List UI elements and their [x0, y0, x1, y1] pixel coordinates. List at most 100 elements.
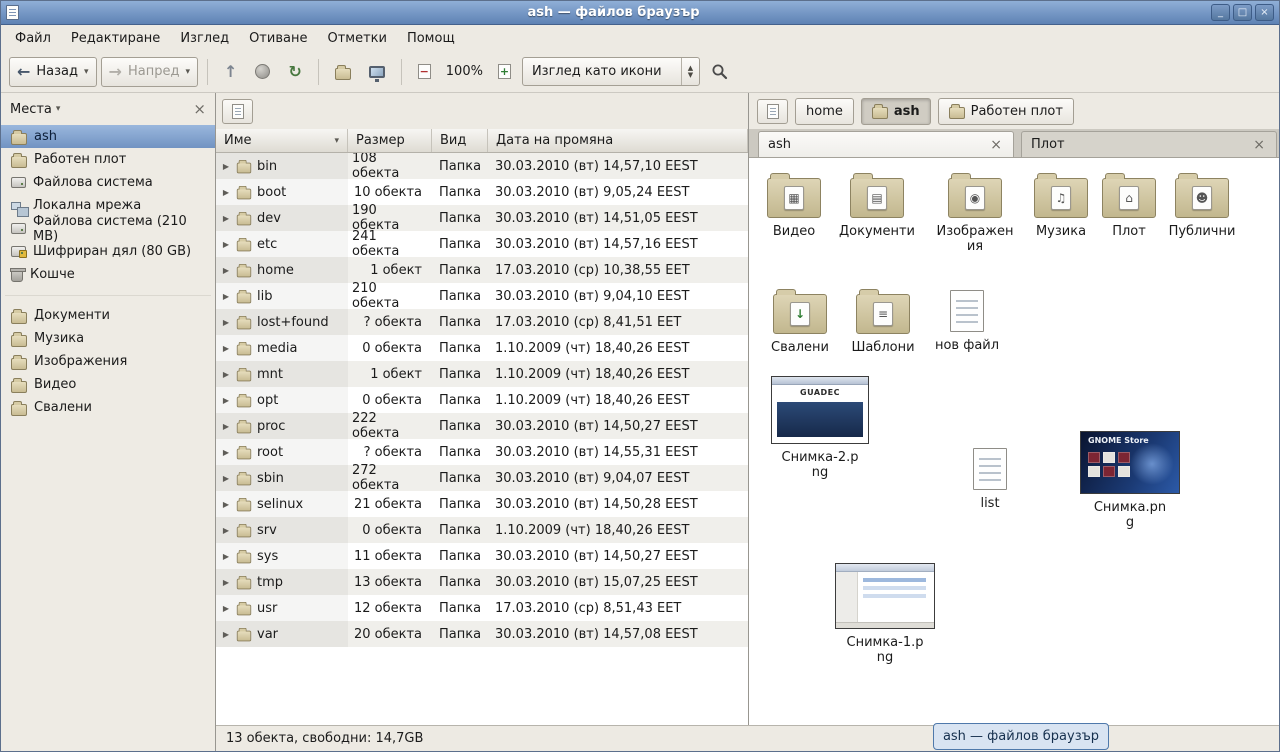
expander-icon[interactable]: ▶	[221, 344, 231, 353]
menu-item-3[interactable]: Отиване	[239, 27, 317, 50]
taskbar-window-button[interactable]: ash — файлов браузър	[933, 723, 1109, 750]
reload-button[interactable]: ↻	[281, 58, 308, 85]
sidebar-item-filesystem[interactable]: Файлова система	[1, 171, 215, 194]
close-button[interactable]: ×	[1255, 4, 1274, 21]
sidebar-item-ash[interactable]: ash	[1, 125, 215, 148]
column-header-size[interactable]: Размер	[348, 129, 432, 152]
sidebar-chevron-down-icon[interactable]: ▾	[56, 104, 61, 114]
sidebar-item-pictures[interactable]: Изображения	[1, 350, 215, 373]
breadcrumb-desktop[interactable]: Работен плот	[938, 98, 1074, 125]
location-toggle-button[interactable]	[222, 99, 253, 124]
table-row[interactable]: ▶lost+found? обектаПапка17.03.2010 (ср) …	[216, 309, 748, 335]
table-row[interactable]: ▶home1 обектПапка17.03.2010 (ср) 10,38,5…	[216, 257, 748, 283]
expander-icon[interactable]: ▶	[221, 578, 231, 587]
table-row[interactable]: ▶boot10 обектаПапка30.03.2010 (вт) 9,05,…	[216, 179, 748, 205]
menu-item-5[interactable]: Помощ	[397, 27, 465, 50]
column-header-type[interactable]: Вид	[432, 129, 488, 152]
column-header-modified[interactable]: Дата на промяна	[488, 129, 748, 152]
table-row[interactable]: ▶var20 обектаПапка30.03.2010 (вт) 14,57,…	[216, 621, 748, 647]
table-row[interactable]: ▶proc222 обектаПапка30.03.2010 (вт) 14,5…	[216, 413, 748, 439]
breadcrumb-home[interactable]: home	[795, 98, 854, 125]
tab-desktop[interactable]: Плот ×	[1021, 131, 1277, 157]
expander-icon[interactable]: ▶	[221, 552, 231, 561]
menu-item-2[interactable]: Изглед	[170, 27, 239, 50]
sidebar-item-trash[interactable]: Кошче	[1, 263, 215, 286]
icon-view-item[interactable]: ▤Документи	[837, 170, 917, 239]
expander-icon[interactable]: ▶	[221, 526, 231, 535]
table-row[interactable]: ▶selinux21 обектаПапка30.03.2010 (вт) 14…	[216, 491, 748, 517]
home-button[interactable]	[328, 60, 358, 84]
sidebar-item-downloads[interactable]: Свалени	[1, 396, 215, 419]
menu-item-4[interactable]: Отметки	[317, 27, 396, 50]
back-dropdown-icon[interactable]: ▾	[84, 67, 89, 77]
up-button[interactable]: ↑	[217, 58, 244, 85]
sidebar-item-documents[interactable]: Документи	[1, 304, 215, 327]
icon-view-item[interactable]: ☻Публични	[1162, 170, 1242, 239]
sidebar-item-encrypted-80gb[interactable]: Шифриран дял (80 GB)	[1, 240, 215, 263]
expander-icon[interactable]: ▶	[221, 396, 231, 405]
tab-ash[interactable]: ash ×	[758, 131, 1014, 157]
table-row[interactable]: ▶root? обектаПапка30.03.2010 (вт) 14,55,…	[216, 439, 748, 465]
maximize-button[interactable]: □	[1233, 4, 1252, 21]
menu-item-0[interactable]: Файл	[5, 27, 61, 50]
minimize-button[interactable]: _	[1211, 4, 1230, 21]
tab-close-icon[interactable]: ×	[988, 137, 1004, 153]
view-mode-select[interactable]: Изглед като икони ▲▼	[522, 57, 700, 86]
breadcrumb-ash[interactable]: ash	[861, 98, 931, 125]
sidebar-item-filesystem-210mb[interactable]: Файлова система (210 MB)	[1, 217, 215, 240]
back-button[interactable]: ← Назад ▾	[9, 57, 97, 87]
sidebar-item-video[interactable]: Видео	[1, 373, 215, 396]
sidebar-item-music[interactable]: Музика	[1, 327, 215, 350]
icon-view-item[interactable]: нов файл	[927, 286, 1007, 353]
table-row[interactable]: ▶lib210 обектаПапка30.03.2010 (вт) 9,04,…	[216, 283, 748, 309]
expander-icon[interactable]: ▶	[221, 162, 231, 171]
expander-icon[interactable]: ▶	[221, 422, 231, 431]
table-row[interactable]: ▶sys11 обектаПапка30.03.2010 (вт) 14,50,…	[216, 543, 748, 569]
expander-icon[interactable]: ▶	[221, 188, 231, 197]
search-button[interactable]	[704, 57, 736, 87]
icon-view-item[interactable]: ◉Изображения	[935, 170, 1015, 254]
table-row[interactable]: ▶sbin272 обектаПапка30.03.2010 (вт) 9,04…	[216, 465, 748, 491]
icon-view-item[interactable]: Снимка-1.png	[830, 563, 940, 665]
icon-view-item[interactable]: ▦Видео	[754, 170, 834, 239]
table-row[interactable]: ▶etc241 обектаПапка30.03.2010 (вт) 14,57…	[216, 231, 748, 257]
expander-icon[interactable]: ▶	[221, 214, 231, 223]
zoom-in-button[interactable]: +	[491, 60, 518, 83]
expander-icon[interactable]: ▶	[221, 500, 231, 509]
forward-button[interactable]: → Напред ▾	[101, 57, 198, 87]
table-row[interactable]: ▶opt0 обектаПапка1.10.2009 (чт) 18,40,26…	[216, 387, 748, 413]
table-row[interactable]: ▶usr12 обектаПапка17.03.2010 (ср) 8,51,4…	[216, 595, 748, 621]
expander-icon[interactable]: ▶	[221, 266, 231, 275]
icon-view-item[interactable]: ≡Шаблони	[843, 286, 923, 355]
menu-item-1[interactable]: Редактиране	[61, 27, 170, 50]
expander-icon[interactable]: ▶	[221, 448, 231, 457]
icon-view-item[interactable]: list	[950, 444, 1030, 511]
column-header-name[interactable]: Име ▾	[216, 129, 348, 152]
expander-icon[interactable]: ▶	[221, 240, 231, 249]
icon-view-item[interactable]: ↓Свалени	[760, 286, 840, 355]
icon-view-item[interactable]: GNOME StoreСнимка.png	[1075, 431, 1185, 530]
table-row[interactable]: ▶dev190 обектаПапка30.03.2010 (вт) 14,51…	[216, 205, 748, 231]
expander-icon[interactable]: ▶	[221, 318, 231, 327]
sidebar-title[interactable]: Места	[10, 102, 52, 117]
table-row[interactable]: ▶bin108 обектаПапка30.03.2010 (вт) 14,57…	[216, 153, 748, 179]
expander-icon[interactable]: ▶	[221, 604, 231, 613]
table-row[interactable]: ▶srv0 обектаПапка1.10.2009 (чт) 18,40,26…	[216, 517, 748, 543]
pathbar-toggle-button[interactable]	[757, 99, 788, 124]
sidebar-item-desktop[interactable]: Работен плот	[1, 148, 215, 171]
combo-spinner-icon[interactable]: ▲▼	[681, 58, 699, 85]
table-row[interactable]: ▶tmp13 обектаПапка30.03.2010 (вт) 15,07,…	[216, 569, 748, 595]
sidebar-close-icon[interactable]: ×	[193, 100, 206, 118]
tab-close-icon[interactable]: ×	[1251, 137, 1267, 153]
zoom-out-button[interactable]: −	[411, 60, 438, 83]
forward-dropdown-icon[interactable]: ▾	[185, 67, 190, 77]
table-row[interactable]: ▶mnt1 обектПапка1.10.2009 (чт) 18,40,26 …	[216, 361, 748, 387]
table-row[interactable]: ▶media0 обектаПапка1.10.2009 (чт) 18,40,…	[216, 335, 748, 361]
icon-view-item[interactable]: ⌂Плот	[1089, 170, 1169, 239]
icon-view-item[interactable]: GUADECСнимка-2.png	[765, 376, 875, 480]
computer-button[interactable]	[362, 62, 392, 82]
expander-icon[interactable]: ▶	[221, 292, 231, 301]
expander-icon[interactable]: ▶	[221, 370, 231, 379]
stop-button[interactable]	[248, 60, 277, 83]
expander-icon[interactable]: ▶	[221, 474, 231, 483]
